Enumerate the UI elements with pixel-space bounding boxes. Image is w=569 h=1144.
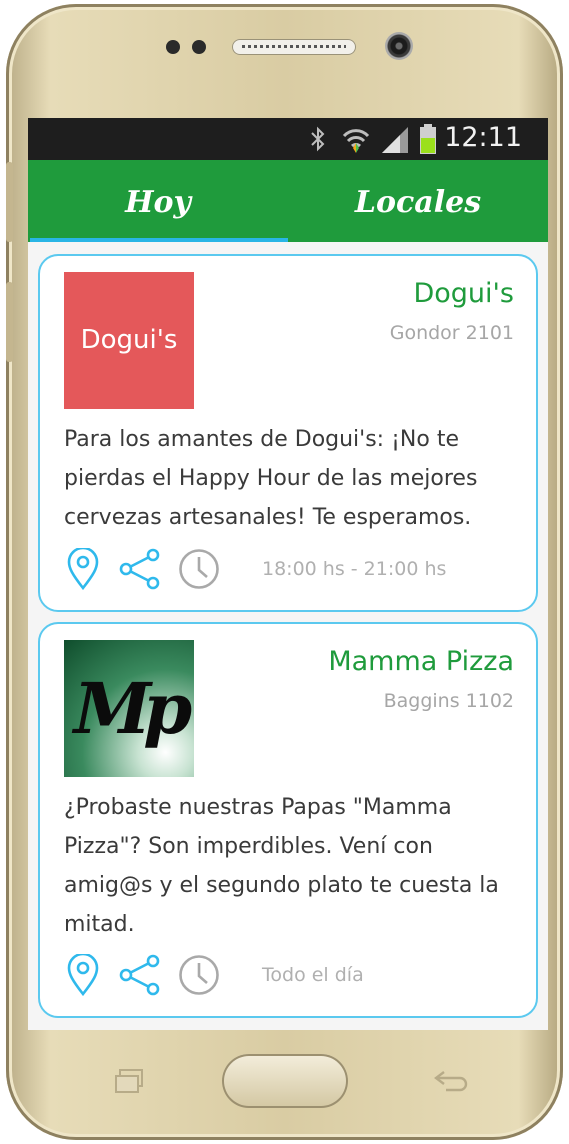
store-logo: Dogui's — [64, 272, 194, 409]
location-pin-icon[interactable] — [66, 548, 100, 590]
promo-time: 18:00 hs - 21:00 hs — [262, 558, 447, 580]
tab-locales[interactable]: Locales — [288, 160, 548, 242]
store-logo: Mp — [64, 640, 194, 777]
bluetooth-icon — [311, 126, 325, 152]
promo-list: Dogui's Dogui's Gondor 2101 Para los ama… — [28, 242, 548, 1030]
power-button — [6, 282, 13, 362]
tab-hoy[interactable]: Hoy — [28, 160, 288, 242]
store-name: Mamma Pizza — [328, 646, 514, 677]
sensor-dot — [166, 40, 180, 54]
back-icon[interactable] — [432, 1068, 468, 1094]
store-name: Dogui's — [413, 278, 514, 309]
promo-time: Todo el día — [262, 964, 364, 986]
status-bar: 12:11 — [28, 118, 548, 160]
store-address: Gondor 2101 — [389, 322, 514, 344]
promo-card[interactable]: Dogui's Dogui's Gondor 2101 Para los ama… — [38, 254, 538, 612]
earpiece-speaker — [232, 39, 356, 55]
battery-icon — [420, 124, 436, 154]
share-icon[interactable] — [118, 548, 162, 590]
store-address: Baggins 1102 — [383, 690, 514, 712]
wifi-icon — [342, 129, 370, 153]
tab-bar: Hoy Locales — [28, 160, 548, 242]
clock-icon — [179, 955, 219, 995]
sensor-dot — [192, 40, 206, 54]
location-pin-icon[interactable] — [66, 954, 100, 996]
clock-icon — [179, 549, 219, 589]
promo-description: ¿Probaste nuestras Papas "Mamma Pizza"? … — [64, 795, 499, 937]
signal-icon — [382, 127, 408, 153]
home-button[interactable] — [222, 1054, 348, 1108]
front-camera — [385, 32, 413, 60]
status-time: 12:11 — [444, 122, 522, 153]
volume-button — [6, 162, 13, 242]
app-screen: 12:11 Hoy Locales Dogui's Dogui's Gondor… — [28, 118, 548, 1030]
promo-description: Para los amantes de Dogui's: ¡No te pier… — [64, 427, 478, 530]
share-icon[interactable] — [118, 954, 162, 996]
promo-card[interactable]: Mp Mamma Pizza Baggins 1102 ¿Probaste nu… — [38, 622, 538, 1018]
recent-apps-icon[interactable] — [114, 1068, 148, 1094]
